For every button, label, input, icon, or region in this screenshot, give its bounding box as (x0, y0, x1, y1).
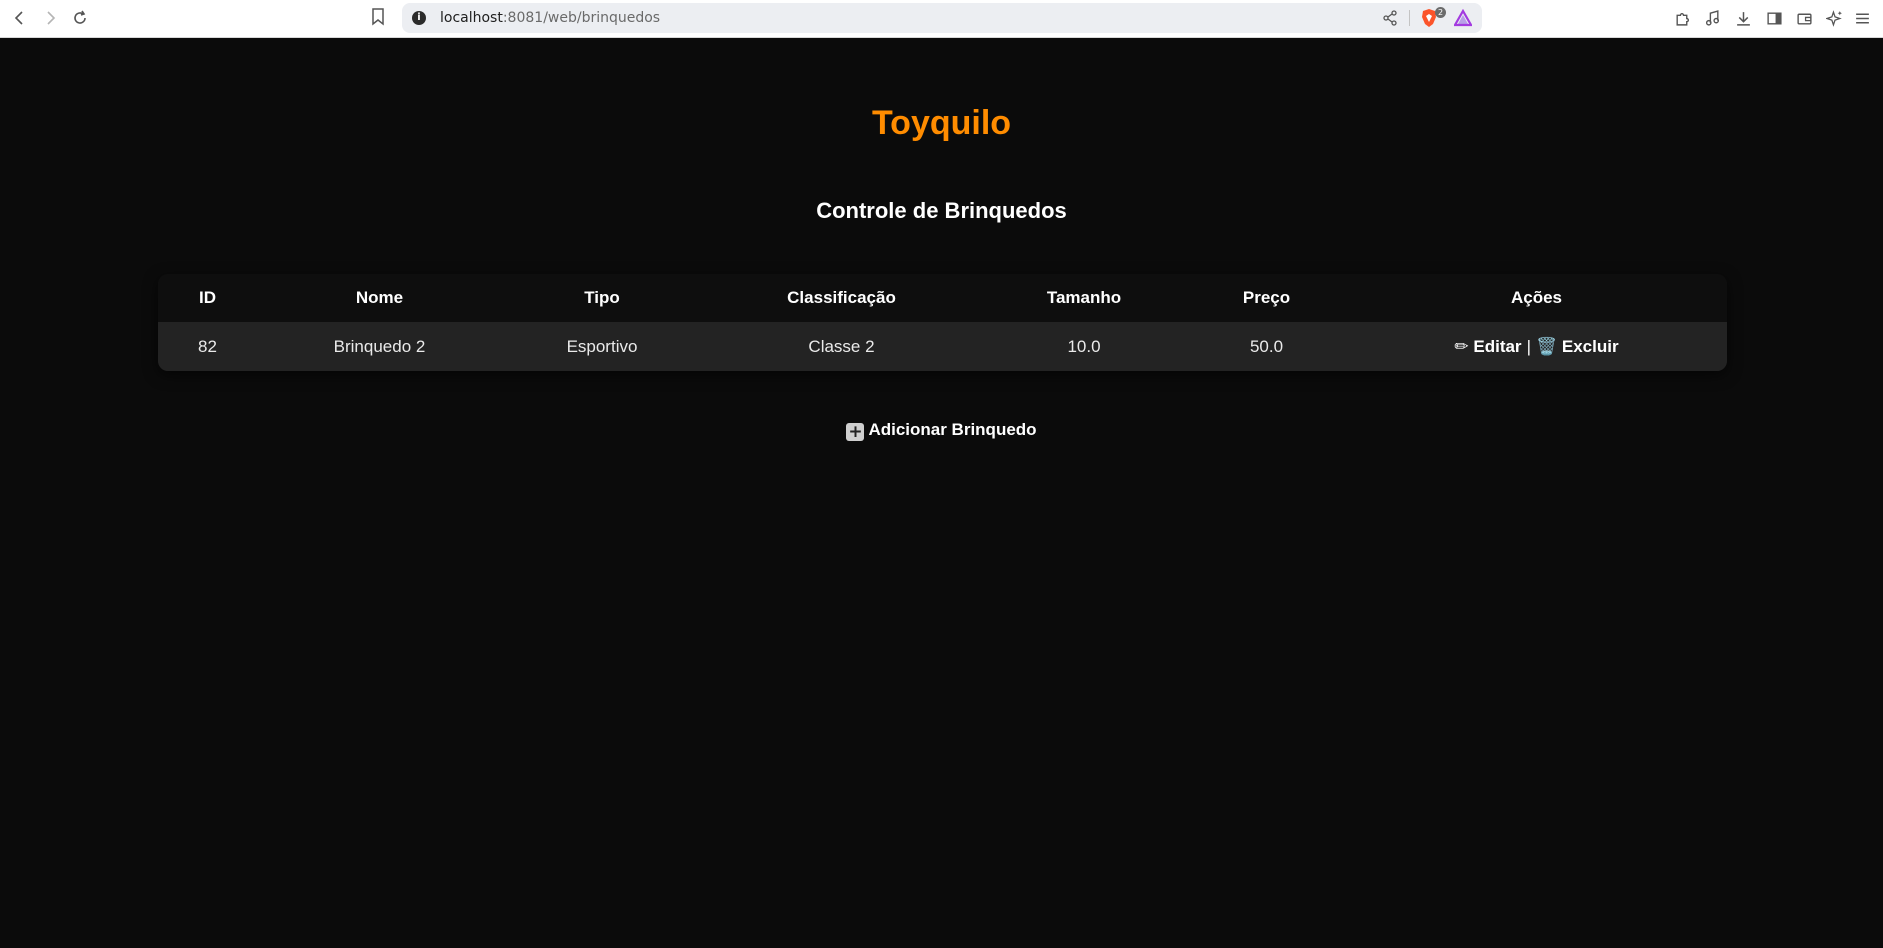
reload-icon[interactable] (68, 6, 92, 30)
page-title: Controle de Brinquedos (816, 198, 1067, 223)
toys-table: ID Nome Tipo Classificação Tamanho Preço… (158, 274, 1727, 371)
table-header-row: ID Nome Tipo Classificação Tamanho Preço… (158, 274, 1727, 322)
header-acoes: Ações (1346, 274, 1727, 322)
sidebar-toggle-icon[interactable] (1764, 8, 1784, 28)
add-toy-button[interactable]: + Adicionar Brinquedo (846, 420, 1037, 442)
edit-label: Editar (1473, 336, 1522, 356)
url-path: :8081/web/brinquedos (502, 10, 661, 26)
url-host: localhost (440, 10, 503, 26)
url-text[interactable]: localhost:8081/web/brinquedos (440, 10, 660, 26)
menu-icon[interactable] (1852, 8, 1872, 28)
bookmark-icon[interactable] (370, 7, 390, 29)
delete-label: Excluir (1561, 336, 1619, 356)
header-classificacao: Classificação (702, 274, 981, 322)
leo-ai-icon[interactable] (1824, 8, 1844, 28)
delete-link[interactable]: 🗑️ Excluir (1535, 336, 1619, 357)
browser-toolbar: i localhost:8081/web/brinquedos 2 (0, 0, 1883, 38)
pencil-icon: ✏ (1454, 336, 1469, 357)
forward-icon[interactable] (38, 6, 62, 30)
plus-icon: + (846, 422, 865, 442)
back-icon[interactable] (8, 6, 32, 30)
cell-acoes: ✏ Editar | 🗑️ Excluir (1346, 322, 1727, 371)
cell-tipo: Esportivo (502, 322, 702, 371)
trash-icon: 🗑️ (1535, 336, 1558, 357)
header-nome: Nome (257, 274, 502, 322)
header-tamanho: Tamanho (981, 274, 1187, 322)
header-tipo: Tipo (502, 274, 702, 322)
cell-id: 82 (158, 322, 257, 371)
header-id: ID (158, 274, 257, 322)
cell-tamanho: 10.0 (981, 322, 1187, 371)
cell-classificacao: Classe 2 (702, 322, 981, 371)
divider (1409, 10, 1410, 26)
extensions-icon[interactable] (1672, 8, 1692, 28)
shields-count-badge: 2 (1435, 7, 1446, 18)
address-bar[interactable]: i localhost:8081/web/brinquedos 2 (402, 3, 1482, 33)
cell-preco: 50.0 (1187, 322, 1346, 371)
cell-nome: Brinquedo 2 (257, 322, 502, 371)
brand-title: Toyquilo (871, 104, 1012, 142)
actions-separator: | (1526, 336, 1531, 356)
table-row: 82 Brinquedo 2 Esportivo Classe 2 10.0 5… (158, 322, 1727, 371)
add-toy-label: Adicionar Brinquedo (868, 420, 1037, 439)
brave-rewards-icon[interactable] (1454, 9, 1472, 27)
add-toy-container: + Adicionar Brinquedo (0, 420, 1883, 441)
site-info-icon[interactable]: i (412, 11, 426, 25)
header-preco: Preço (1187, 274, 1346, 322)
download-icon[interactable] (1733, 8, 1753, 28)
wallet-icon[interactable] (1794, 8, 1814, 28)
media-music-icon[interactable] (1702, 8, 1722, 28)
edit-link[interactable]: ✏ Editar (1454, 336, 1522, 357)
share-icon[interactable] (1382, 10, 1398, 26)
